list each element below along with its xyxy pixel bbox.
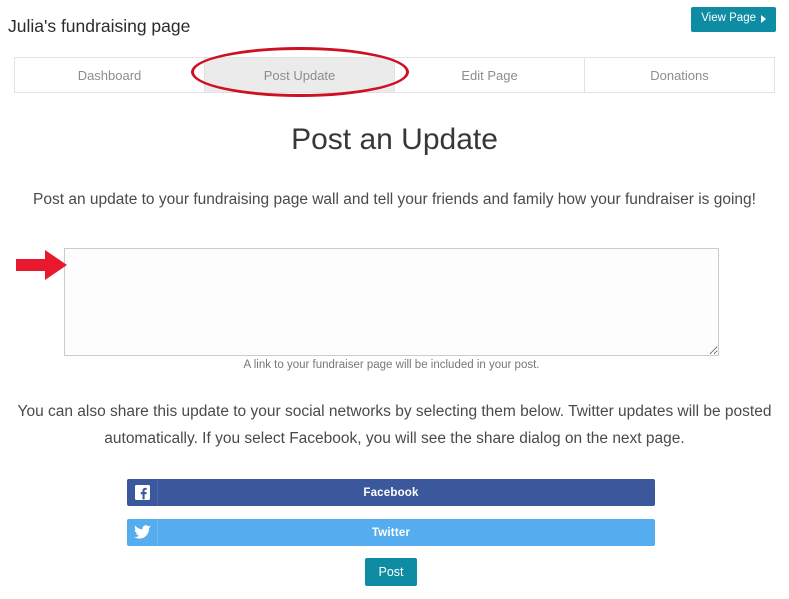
intro-text: Post an update to your fundraising page … xyxy=(33,191,756,208)
tab-donations[interactable]: Donations xyxy=(585,58,774,92)
view-page-button[interactable]: View Page xyxy=(691,7,776,32)
tab-post-update[interactable]: Post Update xyxy=(205,58,395,92)
tab-bar: Dashboard Post Update Edit Page Donation… xyxy=(14,57,775,93)
twitter-share-button[interactable]: Twitter xyxy=(127,519,655,546)
caret-right-icon xyxy=(761,14,766,23)
twitter-icon xyxy=(127,519,158,546)
page-title: Julia's fundraising page xyxy=(8,16,191,36)
view-page-label: View Page xyxy=(701,12,756,24)
tab-edit-page-label: Edit Page xyxy=(461,67,518,83)
textarea-help-text: A link to your fundraiser page will be i… xyxy=(243,359,540,371)
annotation-arrow-icon xyxy=(16,250,67,280)
twitter-share-label: Twitter xyxy=(371,526,411,539)
tab-donations-label: Donations xyxy=(650,67,709,83)
tab-post-update-label: Post Update xyxy=(263,67,336,83)
facebook-share-label: Facebook xyxy=(363,486,419,499)
post-button[interactable]: Post xyxy=(365,558,417,586)
facebook-share-button[interactable]: Facebook xyxy=(127,479,655,506)
tab-dashboard[interactable]: Dashboard xyxy=(15,58,205,92)
tab-edit-page[interactable]: Edit Page xyxy=(395,58,585,92)
facebook-icon xyxy=(127,479,158,506)
page-header: Julia's fundraising page View Page xyxy=(0,0,789,52)
page-heading: Post an Update xyxy=(291,123,498,156)
update-textarea[interactable] xyxy=(64,248,719,356)
tab-dashboard-label: Dashboard xyxy=(77,67,142,83)
social-share-description: You can also share this update to your s… xyxy=(17,403,772,447)
